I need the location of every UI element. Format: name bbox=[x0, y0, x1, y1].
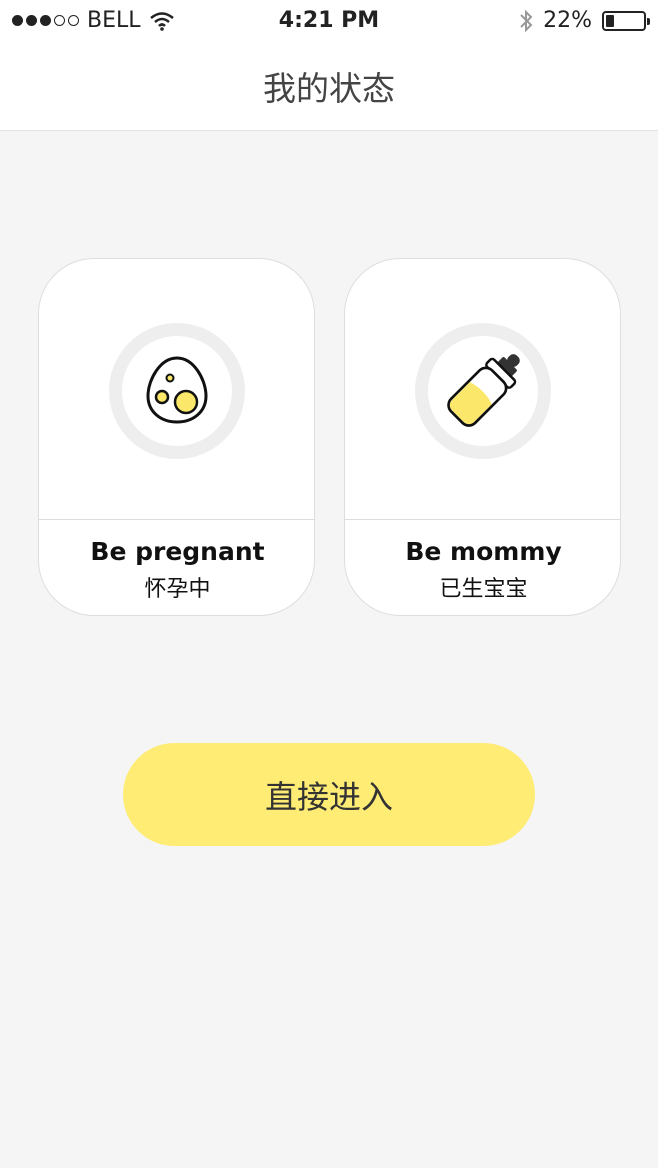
option-card-mommy[interactable]: Be mommy 已生宝宝 bbox=[344, 258, 621, 616]
screen: BELL 4:21 PM 22% 我的状态 Be pregnant 怀孕中 Be… bbox=[0, 0, 658, 1168]
battery-percent: 22% bbox=[543, 8, 592, 33]
page-title: 我的状态 bbox=[263, 69, 395, 108]
top-bar: BELL 4:21 PM 22% 我的状态 bbox=[0, 0, 658, 131]
baby-bottle-icon bbox=[447, 354, 520, 427]
card-divider bbox=[345, 519, 620, 520]
option-card-pregnant[interactable]: Be pregnant 怀孕中 bbox=[38, 258, 315, 616]
option-title-en: Be mommy bbox=[405, 537, 562, 566]
card-divider bbox=[39, 519, 314, 520]
option-title-cn: 怀孕中 bbox=[144, 577, 211, 602]
icon-ring bbox=[109, 323, 245, 459]
battery-icon bbox=[602, 10, 650, 31]
status-right: 22% bbox=[519, 8, 650, 33]
enter-directly-button[interactable]: 直接进入 bbox=[123, 743, 535, 846]
option-title-cn: 已生宝宝 bbox=[439, 577, 528, 602]
egg-icon bbox=[146, 356, 208, 424]
option-title-en: Be pregnant bbox=[90, 537, 265, 566]
bluetooth-icon bbox=[520, 9, 533, 32]
icon-ring bbox=[415, 323, 551, 459]
battery-fill bbox=[606, 14, 614, 27]
status-bar: BELL 4:21 PM 22% bbox=[0, 0, 658, 40]
